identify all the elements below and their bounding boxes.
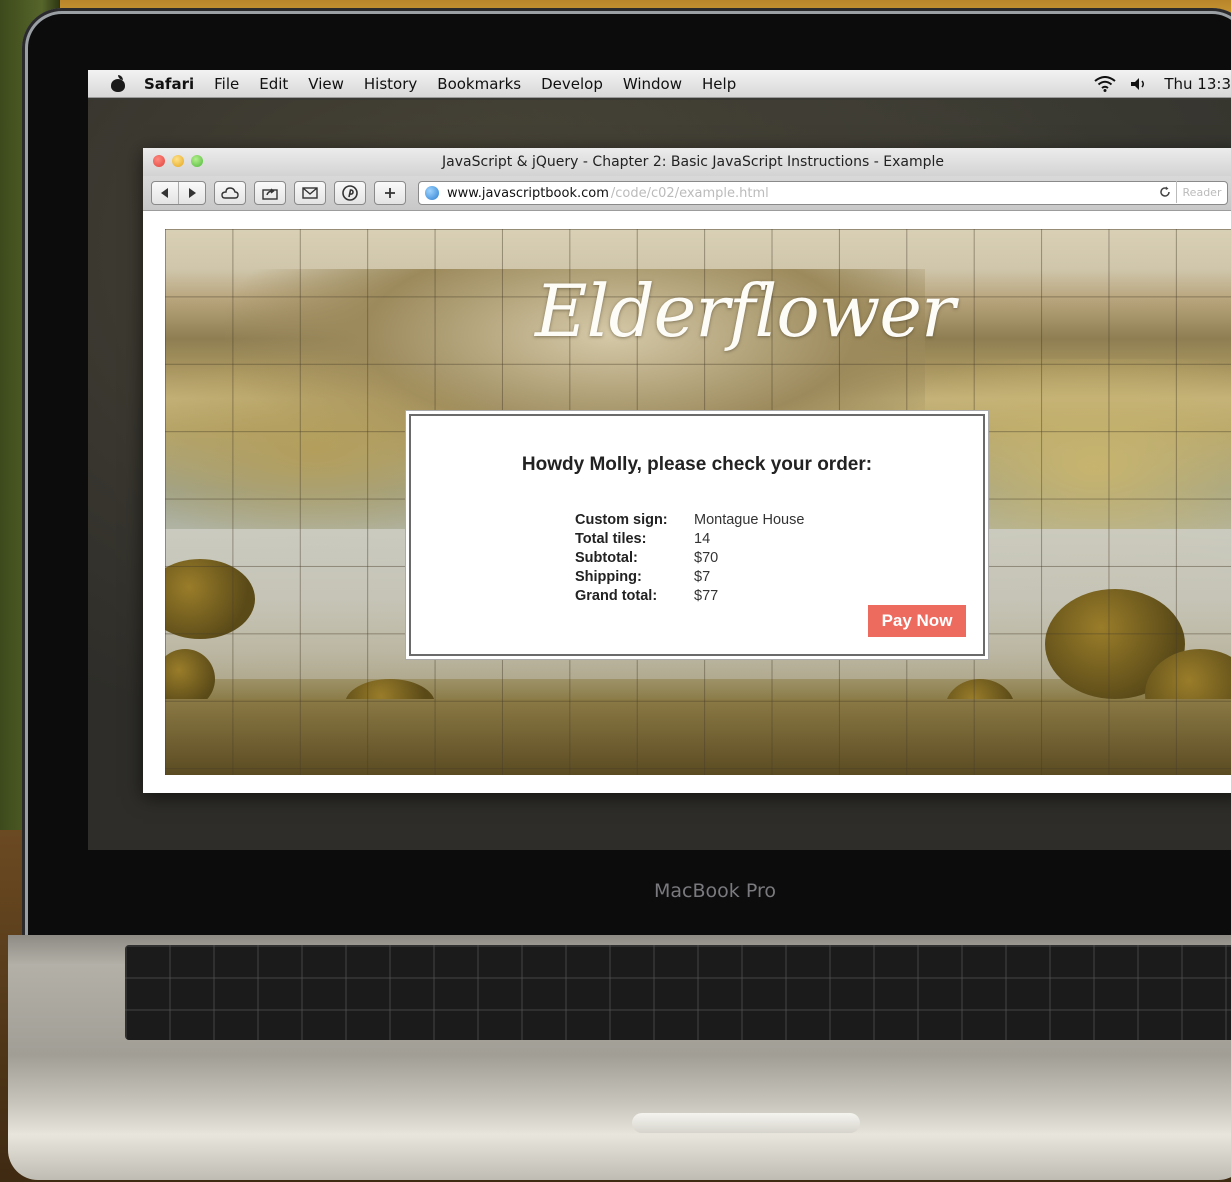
menu-develop[interactable]: Develop — [541, 75, 603, 93]
nav-buttons — [151, 181, 206, 205]
hero-landscape: Elderflower Howdy Molly, please check yo… — [165, 229, 1231, 775]
share-button[interactable] — [254, 181, 286, 205]
window-titlebar: JavaScript & jQuery - Chapter 2: Basic J… — [143, 148, 1231, 176]
pinterest-icon — [342, 185, 358, 201]
menu-clock[interactable]: Thu 13:3 — [1164, 75, 1231, 93]
zoom-button[interactable] — [191, 155, 203, 167]
address-bar[interactable]: www.javascriptbook.com /code/c02/example… — [418, 181, 1228, 205]
order-value: $70 — [694, 549, 719, 566]
device-label: MacBook Pro — [654, 880, 776, 902]
order-label: Shipping: — [575, 568, 642, 585]
globe-icon — [425, 186, 439, 200]
web-page: Elderflower Howdy Molly, please check yo… — [143, 211, 1231, 793]
order-confirmation-box: Howdy Molly, please check your order: Cu… — [409, 414, 985, 656]
order-label: Custom sign: — [575, 511, 668, 528]
menu-extras: Thu 13:3 — [1094, 70, 1231, 97]
menu-app-name[interactable]: Safari — [144, 75, 194, 93]
pinterest-button[interactable] — [334, 181, 366, 205]
order-value: $77 — [694, 587, 719, 604]
share-icon — [262, 188, 278, 200]
screen: Safari File Edit View History Bookmarks … — [88, 70, 1231, 850]
envelope-icon — [302, 187, 318, 199]
plus-icon — [385, 188, 395, 198]
wifi-icon[interactable] — [1094, 75, 1116, 92]
url-host: www.javascriptbook.com — [447, 185, 609, 201]
menu-bar: Safari File Edit View History Bookmarks … — [88, 70, 1231, 98]
menu-help[interactable]: Help — [702, 75, 736, 93]
reader-button[interactable]: Reader — [1176, 181, 1227, 203]
email-button[interactable] — [294, 181, 326, 205]
reload-icon[interactable] — [1159, 185, 1171, 201]
order-row: Shipping: $7 — [575, 567, 804, 586]
add-bookmark-button[interactable] — [374, 181, 406, 205]
order-heading: Howdy Molly, please check your order: — [521, 454, 873, 475]
pay-now-button[interactable]: Pay Now — [868, 605, 966, 637]
order-row: Custom sign: Montague House — [575, 510, 804, 529]
menu-view[interactable]: View — [308, 75, 344, 93]
menu-history[interactable]: History — [364, 75, 417, 93]
window-title: JavaScript & jQuery - Chapter 2: Basic J… — [442, 154, 944, 170]
url-path: /code/c02/example.html — [610, 185, 769, 201]
order-details: Custom sign: Montague House Total tiles:… — [575, 510, 804, 605]
close-button[interactable] — [153, 155, 165, 167]
cloud-icon — [221, 187, 239, 199]
order-value: $7 — [694, 568, 711, 585]
order-row: Subtotal: $70 — [575, 548, 804, 567]
order-value: 14 — [694, 530, 711, 547]
menu-file[interactable]: File — [214, 75, 239, 93]
icloud-tabs-button[interactable] — [214, 181, 246, 205]
order-label: Subtotal: — [575, 549, 638, 566]
apple-icon[interactable] — [110, 74, 126, 93]
menu-bookmarks[interactable]: Bookmarks — [437, 75, 521, 93]
volume-icon[interactable] — [1130, 76, 1148, 92]
browser-toolbar: www.javascriptbook.com /code/c02/example… — [143, 176, 1231, 211]
window-controls — [153, 155, 203, 167]
back-button[interactable] — [152, 182, 178, 204]
browser-window: JavaScript & jQuery - Chapter 2: Basic J… — [143, 148, 1231, 793]
order-row: Total tiles: 14 — [575, 529, 804, 548]
menu-edit[interactable]: Edit — [259, 75, 288, 93]
menu-window[interactable]: Window — [623, 75, 682, 93]
order-row: Grand total: $77 — [575, 586, 804, 605]
forward-button[interactable] — [178, 182, 205, 204]
order-label: Total tiles: — [575, 530, 647, 547]
site-logo[interactable]: Elderflower — [535, 269, 955, 353]
keyboard — [125, 945, 1231, 1040]
minimize-button[interactable] — [172, 155, 184, 167]
order-value: Montague House — [694, 511, 805, 528]
laptop-hinge — [632, 1113, 860, 1133]
order-label: Grand total: — [575, 587, 658, 604]
